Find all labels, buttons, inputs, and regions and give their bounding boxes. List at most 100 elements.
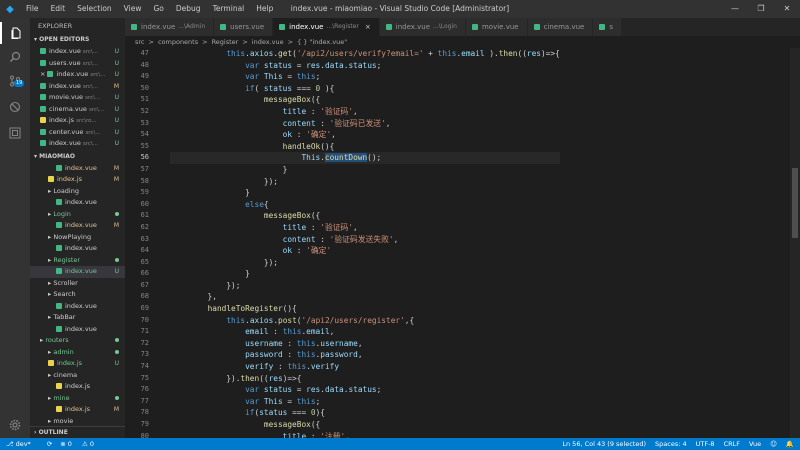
code-line[interactable]: if(status === 0){ (170, 407, 560, 419)
extensions-icon[interactable] (0, 122, 30, 144)
open-editor-item[interactable]: cinema.vue src\... U (30, 104, 125, 116)
code-line[interactable]: }).then((res)=>{ (170, 373, 560, 385)
breadcrumb-item[interactable]: Register (212, 38, 239, 46)
editor-tab[interactable]: index.vue ...\Admin (125, 18, 215, 36)
cursor-position[interactable]: Ln 56, Col 43 (9 selected) (562, 438, 646, 450)
menu-item-terminal[interactable]: Terminal (207, 0, 251, 18)
minimize-icon[interactable]: — (722, 0, 748, 18)
open-editor-item[interactable]: index.vue src\... U (30, 46, 125, 58)
tree-file-item[interactable]: index.vue (30, 243, 125, 255)
code-editor[interactable]: 47 48 49 50 51 52 53 54 55 56 57 58 59 60 61 62 63 64 65 66… (125, 48, 800, 438)
tree-file-item[interactable]: index.vue U (30, 266, 125, 278)
editor-tab[interactable]: cinema.vue (527, 18, 594, 36)
feedback-icon[interactable]: ☺ (770, 438, 777, 450)
code-line[interactable]: var status = res.data.status; (170, 384, 560, 396)
code-line[interactable]: } (170, 268, 560, 280)
tree-file-item[interactable]: index.vue (30, 197, 125, 209)
editor-tab[interactable]: users.vue (214, 18, 274, 36)
close-icon[interactable]: ✕ (774, 0, 800, 18)
menu-item-selection[interactable]: Selection (71, 0, 118, 18)
encoding[interactable]: UTF-8 (696, 438, 715, 450)
tree-file-item[interactable]: index.vue M (30, 163, 125, 175)
open-editors-section[interactable]: ▾ OPEN EDITORS (30, 34, 125, 46)
open-editor-item[interactable]: × index.vue src\... U (30, 69, 125, 81)
folder-item[interactable]: ▸ admin (30, 347, 125, 359)
menu-item-go[interactable]: Go (147, 0, 169, 18)
code-line[interactable]: } (170, 187, 560, 199)
problems-indicator[interactable]: ⊗ 0 ⚠ 0 (60, 440, 102, 448)
search-icon[interactable] (0, 46, 30, 68)
tree-file-item[interactable]: index.js (30, 381, 125, 393)
close-icon[interactable]: × (40, 70, 45, 78)
folder-item[interactable]: ▸ Search (30, 289, 125, 301)
explorer-icon[interactable] (0, 22, 30, 44)
folder-item[interactable]: ▸ cinema (30, 370, 125, 382)
editor-tab[interactable]: index.vue ...\Login (379, 18, 466, 36)
folder-item[interactable]: ▸ mine (30, 393, 125, 405)
code-line[interactable]: title : '验证码', (170, 106, 560, 118)
code-line[interactable]: content : '验证码发送失败', (170, 234, 560, 246)
open-editor-item[interactable]: movie.vue src\... U (30, 92, 125, 104)
code-line[interactable]: this.axios.get('/api2/users/verify?email… (170, 48, 559, 60)
tree-file-item[interactable]: index.js M (30, 404, 125, 416)
breadcrumb-item[interactable]: components (158, 38, 198, 46)
code-line[interactable]: this.axios.post('/api2/users/register',{ (170, 315, 560, 327)
breadcrumb-item[interactable]: index.vue (252, 38, 284, 46)
code-line[interactable]: title : '注册', (170, 431, 560, 438)
code-area[interactable]: this.axios.get('/api2/users/verify?email… (170, 48, 560, 438)
code-line[interactable]: if( status === 0 ){ (170, 83, 560, 95)
language-mode[interactable]: Vue (749, 438, 761, 450)
code-line[interactable]: handleToRegister(){ (170, 303, 560, 315)
breadcrumb-item[interactable]: { } "index.vue" (297, 38, 347, 46)
code-line[interactable]: ok : '确定', (170, 129, 560, 141)
settings-gear-icon[interactable] (0, 414, 30, 436)
code-line[interactable]: email : this.email, (170, 326, 560, 338)
folder-item[interactable]: ▸ NowPlaying (30, 232, 125, 244)
tree-file-item[interactable]: index.js M (30, 174, 125, 186)
code-line[interactable]: var This = this; (170, 396, 560, 408)
code-line[interactable]: content : '验证码已发送', (170, 118, 560, 130)
folder-item[interactable]: ▸ Scroller (30, 278, 125, 290)
folder-item[interactable]: ▸ routers (30, 335, 125, 347)
code-line[interactable]: messageBox({ (170, 210, 560, 222)
code-line[interactable]: }, (170, 291, 560, 303)
code-line[interactable]: }); (170, 176, 560, 188)
sync-icon[interactable]: ⟳ (47, 440, 52, 448)
minimap[interactable] (750, 48, 790, 438)
folder-item[interactable]: ▸ TabBar (30, 312, 125, 324)
code-line[interactable]: password : this.password, (170, 349, 560, 361)
code-line[interactable]: }); (170, 280, 560, 292)
open-editor-item[interactable]: index.js src\ro... U (30, 115, 125, 127)
code-line[interactable]: This.countDown(); (170, 152, 560, 164)
code-line[interactable]: }); (170, 257, 560, 269)
tree-file-item[interactable]: index.vue (30, 324, 125, 336)
menu-item-view[interactable]: View (118, 0, 148, 18)
code-line[interactable]: else{ (170, 199, 560, 211)
tree-file-item[interactable]: index.vue M (30, 220, 125, 232)
tree-file-item[interactable]: index.js U (30, 358, 125, 370)
editor-tab[interactable]: index.vue ...\Register × (273, 18, 380, 36)
code-line[interactable]: var This = this; (170, 71, 560, 83)
open-editor-item[interactable]: index.vue src\... M (30, 81, 125, 93)
end-of-line[interactable]: CRLF (724, 438, 740, 450)
open-editor-item[interactable]: index.vue src\... U (30, 138, 125, 150)
indentation[interactable]: Spaces: 4 (655, 438, 687, 450)
tab-close-icon[interactable]: × (365, 18, 371, 36)
folder-item[interactable]: ▸ Loading (30, 186, 125, 198)
code-line[interactable]: username : this.username, (170, 338, 560, 350)
source-control-icon[interactable]: 19 (0, 70, 30, 92)
tree-file-item[interactable]: index.vue (30, 301, 125, 313)
folder-item[interactable]: ▸ Register (30, 255, 125, 267)
project-section[interactable]: ▾ MIAOMIAO (30, 151, 125, 163)
menu-item-debug[interactable]: Debug (170, 0, 207, 18)
outline-section[interactable]: › OUTLINE (30, 426, 125, 438)
menu-item-file[interactable]: File (20, 0, 45, 18)
notifications-icon[interactable]: 🔔 (786, 438, 794, 450)
code-line[interactable]: var status = res.data.status; (170, 60, 560, 72)
code-line[interactable]: handleOk(){ (170, 141, 560, 153)
code-line[interactable]: title : '验证码', (170, 222, 560, 234)
menu-item-help[interactable]: Help (250, 0, 279, 18)
open-editor-item[interactable]: users.vue src\... U (30, 58, 125, 70)
code-line[interactable]: ok : '确定' (170, 245, 560, 257)
editor-scrollbar[interactable] (790, 48, 800, 438)
